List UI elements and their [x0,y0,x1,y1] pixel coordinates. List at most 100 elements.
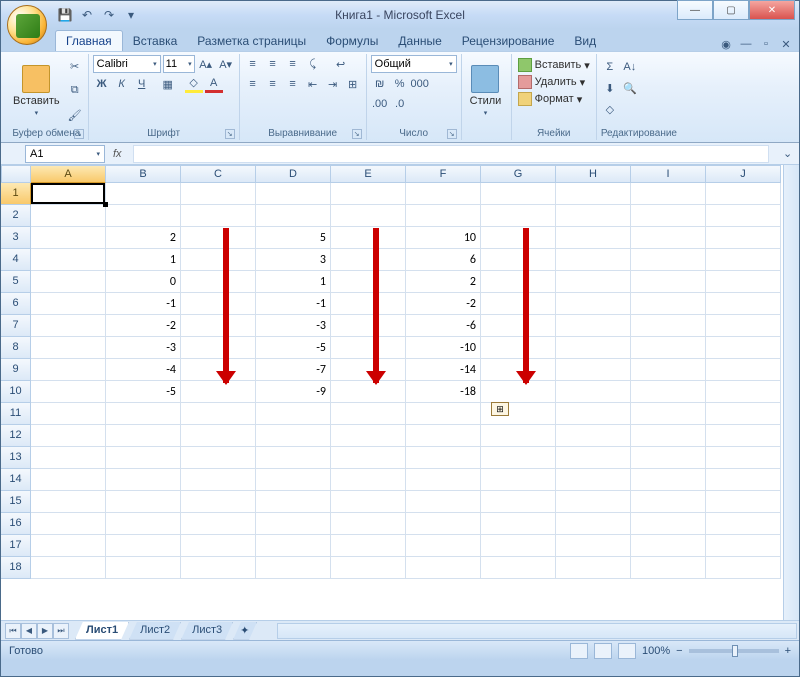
number-format-selector[interactable]: Общий [371,55,457,73]
cell-I11[interactable] [631,403,706,425]
tab-formulas[interactable]: Формулы [316,31,388,51]
cell-F13[interactable] [406,447,481,469]
autofill-options-icon[interactable]: ⊞ [491,402,509,416]
maximize-button[interactable]: ▢ [713,0,749,20]
cell-H3[interactable] [556,227,631,249]
row-header-12[interactable]: 12 [1,425,31,447]
view-page-break-icon[interactable] [618,643,636,659]
col-header-E[interactable]: E [331,165,406,183]
fill-icon[interactable]: ⬇ [601,79,619,97]
cell-G17[interactable] [481,535,556,557]
cell-H5[interactable] [556,271,631,293]
cell-A18[interactable] [31,557,106,579]
cell-I9[interactable] [631,359,706,381]
cell-B5[interactable]: 0 [106,271,181,293]
cell-G7[interactable] [481,315,556,337]
cell-E15[interactable] [331,491,406,513]
sheet-nav-next-icon[interactable]: ▶ [37,623,53,639]
cell-A17[interactable] [31,535,106,557]
cell-B2[interactable] [106,205,181,227]
col-header-H[interactable]: H [556,165,631,183]
cell-C17[interactable] [181,535,256,557]
view-normal-icon[interactable] [570,643,588,659]
cell-B8[interactable]: -3 [106,337,181,359]
clipboard-launcher-icon[interactable]: ↘ [74,129,84,139]
cell-G4[interactable] [481,249,556,271]
cell-E5[interactable] [331,271,406,293]
fill-color-icon[interactable]: ◇ [185,75,203,93]
ribbon-minimize-icon[interactable]: — [739,37,753,51]
cell-J4[interactable] [706,249,781,271]
percent-format-icon[interactable]: % [391,75,409,93]
cell-B11[interactable] [106,403,181,425]
row-header-9[interactable]: 9 [1,359,31,381]
cut-icon[interactable]: ✂ [66,58,84,76]
font-launcher-icon[interactable]: ↘ [225,129,235,139]
row-header-15[interactable]: 15 [1,491,31,513]
cell-G6[interactable] [481,293,556,315]
autosum-icon[interactable]: Σ [601,58,619,76]
cell-I7[interactable] [631,315,706,337]
cell-C14[interactable] [181,469,256,491]
cell-C2[interactable] [181,205,256,227]
cell-F10[interactable]: -18 [406,381,481,403]
vertical-scrollbar[interactable] [783,165,799,620]
cell-I8[interactable] [631,337,706,359]
font-color-icon[interactable]: A [205,75,223,93]
row-header-6[interactable]: 6 [1,293,31,315]
row-header-13[interactable]: 13 [1,447,31,469]
row-header-16[interactable]: 16 [1,513,31,535]
cell-H7[interactable] [556,315,631,337]
increase-decimal-icon[interactable]: .00 [371,95,389,113]
row-header-14[interactable]: 14 [1,469,31,491]
cell-C12[interactable] [181,425,256,447]
cell-B16[interactable] [106,513,181,535]
cell-H12[interactable] [556,425,631,447]
cell-A9[interactable] [31,359,106,381]
cell-F9[interactable]: -14 [406,359,481,381]
cell-C7[interactable] [181,315,256,337]
sheet-tab-2[interactable]: Лист2 [129,622,181,640]
fx-icon[interactable]: fx [113,148,133,160]
cell-F16[interactable] [406,513,481,535]
cell-H6[interactable] [556,293,631,315]
paste-button[interactable]: Вставить ▾ [9,55,64,127]
cell-E2[interactable] [331,205,406,227]
cell-F18[interactable] [406,557,481,579]
merge-center-icon[interactable]: ⊞ [344,75,362,93]
number-launcher-icon[interactable]: ↘ [447,129,457,139]
bold-button[interactable]: Ж [93,75,111,93]
cell-B14[interactable] [106,469,181,491]
font-name-selector[interactable]: Calibri [93,55,161,73]
cell-J13[interactable] [706,447,781,469]
italic-button[interactable]: К [113,75,131,93]
cell-C13[interactable] [181,447,256,469]
new-sheet-icon[interactable]: ✦ [233,622,257,640]
qat-customize-icon[interactable]: ▾ [122,6,140,24]
row-header-17[interactable]: 17 [1,535,31,557]
sheet-nav-prev-icon[interactable]: ◀ [21,623,37,639]
cell-F2[interactable] [406,205,481,227]
cell-H1[interactable] [556,183,631,205]
cell-B17[interactable] [106,535,181,557]
cell-A6[interactable] [31,293,106,315]
comma-format-icon[interactable]: 000 [411,75,429,93]
find-select-icon[interactable]: 🔍 [621,79,639,97]
cell-J3[interactable] [706,227,781,249]
align-center-icon[interactable]: ≡ [264,75,282,93]
underline-button[interactable]: Ч [133,75,151,93]
cell-B18[interactable] [106,557,181,579]
cell-C18[interactable] [181,557,256,579]
format-cells-button[interactable]: Формат ▾ [516,92,592,106]
cell-H2[interactable] [556,205,631,227]
cell-D12[interactable] [256,425,331,447]
sheet-tab-3[interactable]: Лист3 [181,622,233,640]
cell-B10[interactable]: -5 [106,381,181,403]
cell-G5[interactable] [481,271,556,293]
cell-F8[interactable]: -10 [406,337,481,359]
cell-D14[interactable] [256,469,331,491]
wrap-text-icon[interactable]: ↩ [332,55,350,73]
align-bottom-icon[interactable]: ≡ [284,55,302,73]
cell-A14[interactable] [31,469,106,491]
cell-H17[interactable] [556,535,631,557]
